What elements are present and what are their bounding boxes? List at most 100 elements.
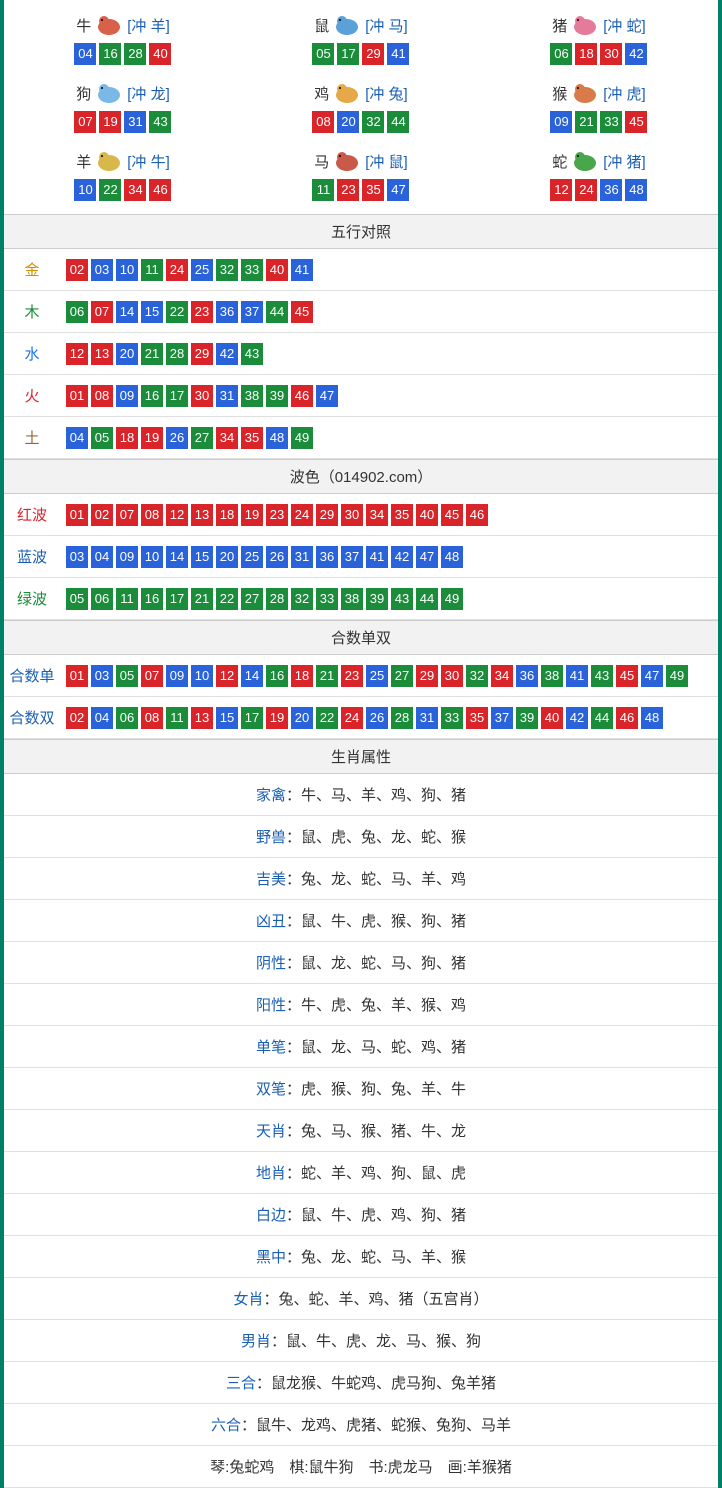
number-chip: 12 bbox=[66, 343, 88, 365]
number-chip: 21 bbox=[141, 343, 163, 365]
number-chip: 17 bbox=[337, 43, 359, 65]
number-chip: 21 bbox=[316, 665, 338, 687]
attr-value: ：鼠、虎、兔、龙、蛇、猴 bbox=[286, 829, 466, 846]
number-chip: 12 bbox=[166, 504, 188, 526]
number-chip: 20 bbox=[216, 546, 238, 568]
attr-row: 黑中：兔、龙、蛇、马、羊、猴 bbox=[4, 1236, 718, 1278]
number-chip: 05 bbox=[91, 427, 113, 449]
number-chip: 01 bbox=[66, 504, 88, 526]
zodiac-cell: 马 [冲 鼠] 11233547 bbox=[242, 141, 480, 209]
attr-row: 女肖：兔、蛇、羊、鸡、猪（五宫肖） bbox=[4, 1278, 718, 1320]
number-chip: 28 bbox=[391, 707, 413, 729]
number-chip: 44 bbox=[387, 111, 409, 133]
pig-icon bbox=[569, 13, 601, 37]
attr-row: 吉美：兔、龙、蛇、马、羊、鸡 bbox=[4, 858, 718, 900]
number-chip: 30 bbox=[341, 504, 363, 526]
number-chip: 04 bbox=[91, 707, 113, 729]
number-chip: 33 bbox=[441, 707, 463, 729]
number-chip: 20 bbox=[291, 707, 313, 729]
number-chip: 36 bbox=[516, 665, 538, 687]
data-row: 合数单0103050709101214161821232527293032343… bbox=[4, 655, 718, 697]
number-chip: 32 bbox=[291, 588, 313, 610]
number-chip: 38 bbox=[241, 385, 263, 407]
zodiac-numbers: 10223446 bbox=[4, 179, 242, 201]
number-chip: 40 bbox=[149, 43, 171, 65]
number-chip: 26 bbox=[266, 546, 288, 568]
number-chip: 06 bbox=[66, 301, 88, 323]
section-header-wuxing: 五行对照 bbox=[4, 214, 718, 249]
number-chip: 18 bbox=[291, 665, 313, 687]
row-numbers: 02031011242532334041 bbox=[60, 249, 718, 290]
number-chip: 25 bbox=[191, 259, 213, 281]
row-numbers: 0108091617303138394647 bbox=[60, 375, 718, 416]
number-chip: 11 bbox=[166, 707, 188, 729]
attr-value: ：兔、龙、蛇、马、羊、鸡 bbox=[286, 871, 466, 888]
number-chip: 31 bbox=[124, 111, 146, 133]
number-chip: 30 bbox=[441, 665, 463, 687]
number-chip: 34 bbox=[366, 504, 388, 526]
attr-value: ：兔、马、猴、猪、牛、龙 bbox=[286, 1123, 466, 1140]
number-chip: 46 bbox=[616, 707, 638, 729]
zodiac-cell: 鼠 [冲 马] 05172941 bbox=[242, 5, 480, 73]
attr-label: 双笔 bbox=[256, 1081, 286, 1098]
data-row: 金02031011242532334041 bbox=[4, 249, 718, 291]
number-chip: 45 bbox=[291, 301, 313, 323]
number-chip: 08 bbox=[312, 111, 334, 133]
zodiac-name: 羊 bbox=[76, 151, 91, 172]
number-chip: 24 bbox=[575, 179, 597, 201]
row-numbers: 03040910141520252631363741424748 bbox=[60, 536, 718, 577]
number-chip: 28 bbox=[124, 43, 146, 65]
attr-value: ：牛、马、羊、鸡、狗、猪 bbox=[286, 787, 466, 804]
attr-text: 琴:兔蛇鸡 棋:鼠牛狗 书:虎龙马 画:羊猴猪 bbox=[210, 1459, 512, 1476]
number-chip: 02 bbox=[91, 504, 113, 526]
number-chip: 42 bbox=[216, 343, 238, 365]
data-row: 蓝波03040910141520252631363741424748 bbox=[4, 536, 718, 578]
number-chip: 27 bbox=[391, 665, 413, 687]
attr-label: 白边 bbox=[256, 1207, 286, 1224]
number-chip: 49 bbox=[666, 665, 688, 687]
number-chip: 31 bbox=[416, 707, 438, 729]
attr-row: 天肖：兔、马、猴、猪、牛、龙 bbox=[4, 1110, 718, 1152]
number-chip: 36 bbox=[316, 546, 338, 568]
snake-icon bbox=[569, 149, 601, 173]
number-chip: 22 bbox=[166, 301, 188, 323]
number-chip: 04 bbox=[91, 546, 113, 568]
number-chip: 48 bbox=[641, 707, 663, 729]
number-chip: 03 bbox=[66, 546, 88, 568]
number-chip: 45 bbox=[616, 665, 638, 687]
attr-value: ：鼠、龙、蛇、马、狗、猪 bbox=[286, 955, 466, 972]
attr-value: ：鼠牛、龙鸡、虎猪、蛇猴、兔狗、马羊 bbox=[241, 1417, 511, 1434]
zodiac-cell: 蛇 [冲 猪] 12243648 bbox=[480, 141, 718, 209]
row-numbers: 04051819262734354849 bbox=[60, 417, 718, 458]
rooster-icon bbox=[331, 81, 363, 105]
number-chip: 08 bbox=[141, 707, 163, 729]
attr-value: ：兔、蛇、羊、鸡、猪（五宫肖） bbox=[264, 1291, 489, 1308]
zodiac-name: 狗 bbox=[76, 83, 91, 104]
zodiac-clash: [冲 蛇] bbox=[603, 15, 646, 36]
row-label: 合数单 bbox=[4, 655, 60, 696]
number-chip: 46 bbox=[291, 385, 313, 407]
number-chip: 29 bbox=[416, 665, 438, 687]
data-row: 木06071415222336374445 bbox=[4, 291, 718, 333]
attr-value: ：兔、龙、蛇、马、羊、猴 bbox=[286, 1249, 466, 1266]
number-chip: 20 bbox=[116, 343, 138, 365]
number-chip: 35 bbox=[241, 427, 263, 449]
number-chip: 34 bbox=[216, 427, 238, 449]
number-chip: 40 bbox=[541, 707, 563, 729]
attr-row: 男肖：鼠、牛、虎、龙、马、猴、狗 bbox=[4, 1320, 718, 1362]
number-chip: 14 bbox=[241, 665, 263, 687]
zodiac-name: 牛 bbox=[76, 15, 91, 36]
number-chip: 10 bbox=[141, 546, 163, 568]
rat-icon bbox=[331, 13, 363, 37]
number-chip: 01 bbox=[66, 665, 88, 687]
number-chip: 06 bbox=[116, 707, 138, 729]
number-chip: 13 bbox=[191, 707, 213, 729]
number-chip: 01 bbox=[66, 385, 88, 407]
goat-icon bbox=[93, 149, 125, 173]
attr-value: ：鼠、牛、虎、鸡、狗、猪 bbox=[286, 1207, 466, 1224]
number-chip: 45 bbox=[441, 504, 463, 526]
number-chip: 26 bbox=[166, 427, 188, 449]
attr-label: 地肖 bbox=[256, 1165, 286, 1182]
number-chip: 17 bbox=[166, 588, 188, 610]
section-header-bose: 波色（014902.com） bbox=[4, 459, 718, 494]
